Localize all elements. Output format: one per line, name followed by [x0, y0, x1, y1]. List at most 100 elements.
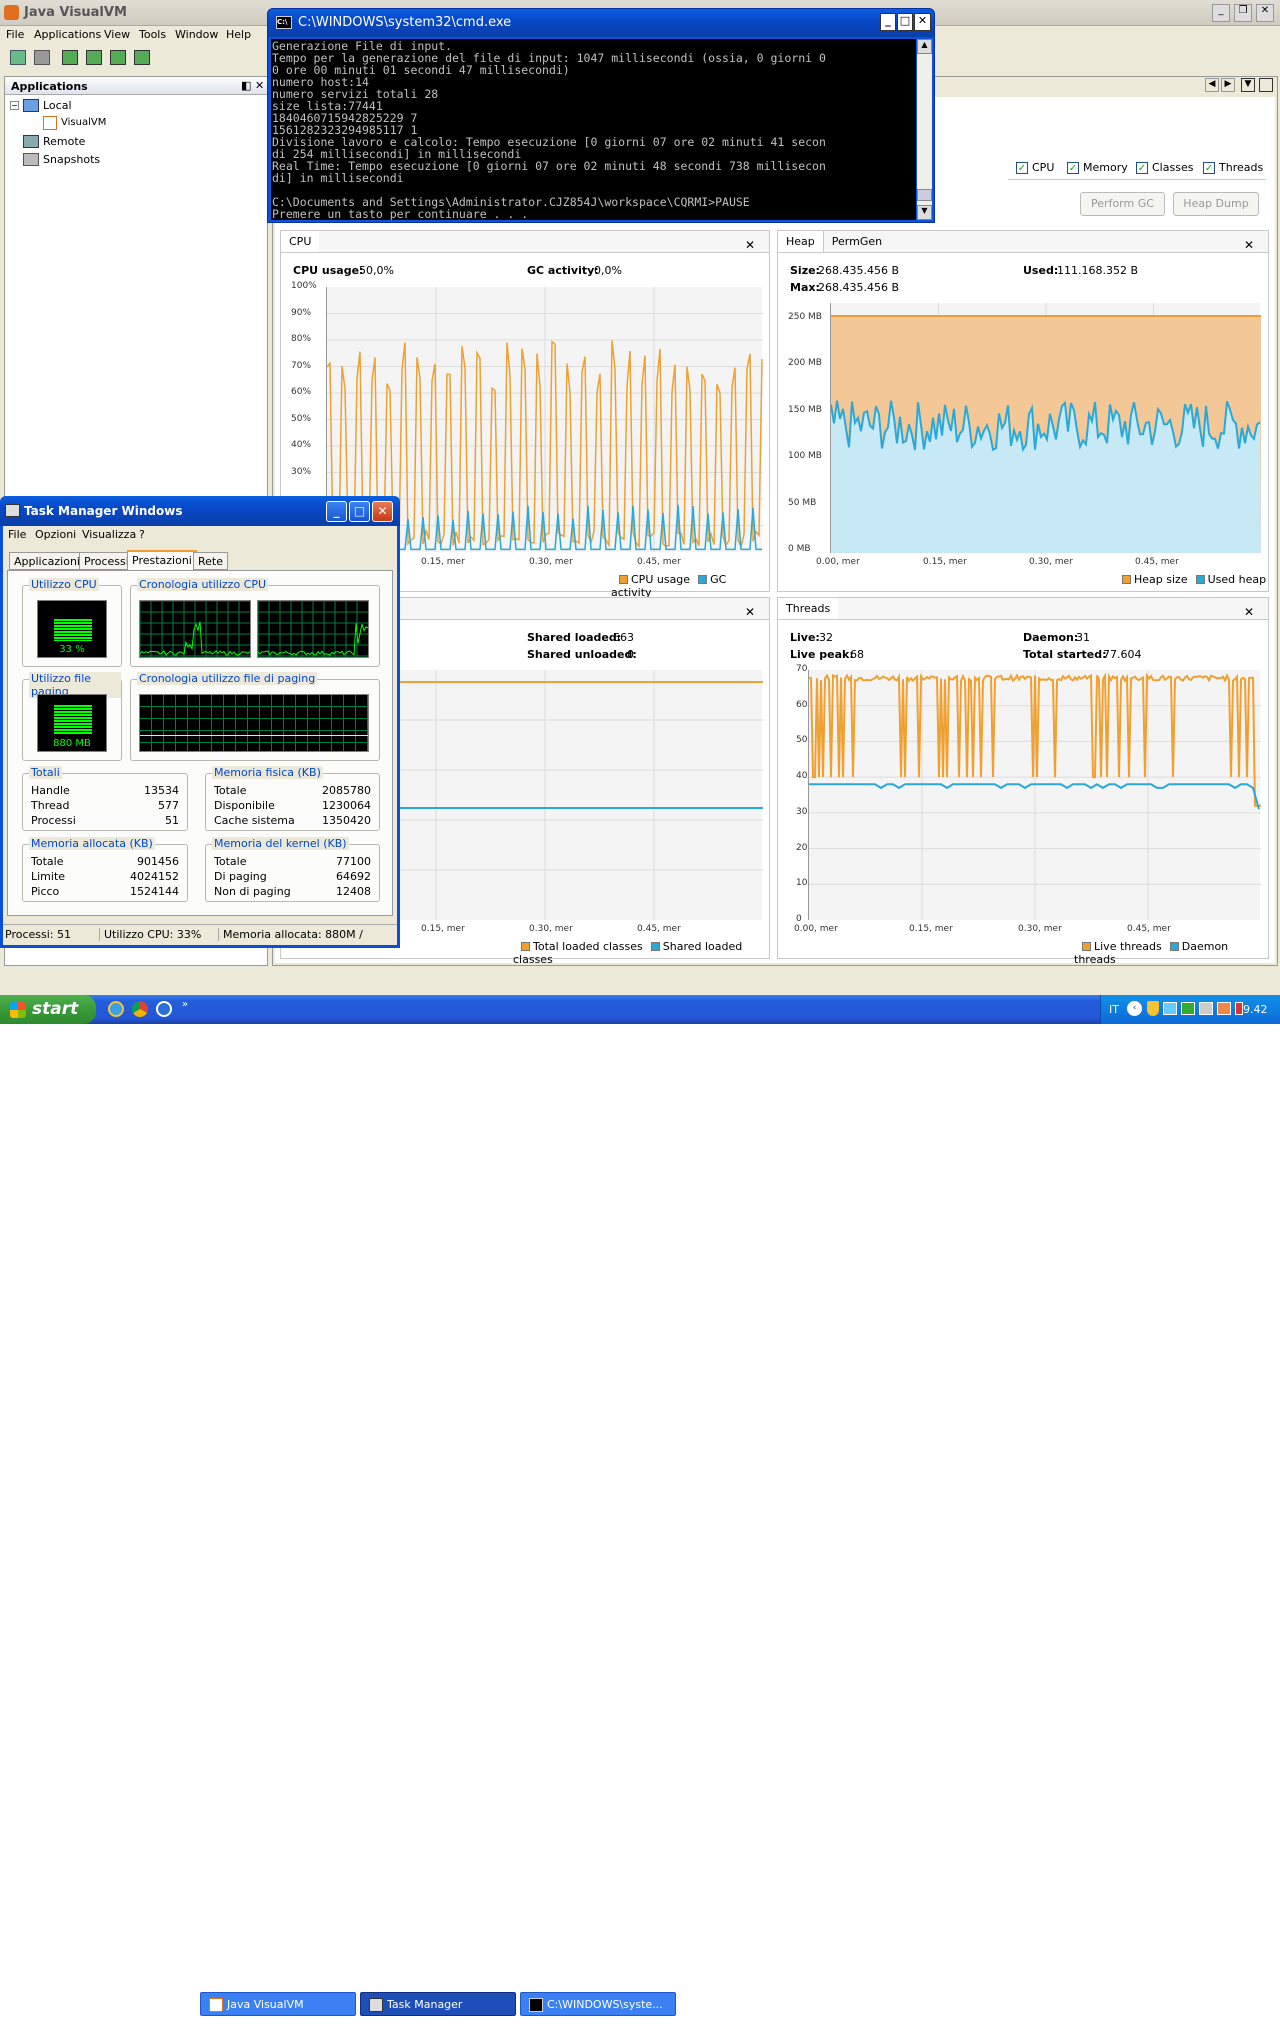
threads-checkbox[interactable]: ✓	[1203, 162, 1215, 174]
add-core-icon[interactable]	[110, 50, 126, 65]
close-icon[interactable]: ✕	[737, 234, 763, 256]
close-icon[interactable]: ✕	[1236, 234, 1262, 256]
taskmgr-close-button[interactable]: ✕	[372, 501, 393, 522]
maximize-doc-icon[interactable]	[1259, 78, 1273, 92]
tab-processi[interactable]: Processi	[79, 552, 134, 570]
tree-expand-icon[interactable]: −	[10, 101, 19, 110]
y-tick: 10	[796, 878, 808, 889]
close-panel-icon[interactable]: ✕	[255, 79, 264, 92]
cmd-minimize-button[interactable]: _	[880, 13, 896, 31]
close-button[interactable]: ✕	[1256, 4, 1274, 22]
task-java-visualvm[interactable]: Java VisualVM	[200, 1992, 356, 2016]
live-peak-label: Live peak:	[790, 648, 854, 661]
tab-permgen[interactable]: PermGen	[824, 231, 890, 252]
close-icon[interactable]: ✕	[737, 601, 763, 623]
language-indicator[interactable]: IT	[1109, 1003, 1119, 1016]
menu-window[interactable]: Window	[175, 28, 218, 41]
taskmgr-minimize-button[interactable]: _	[326, 501, 347, 522]
shield-icon[interactable]	[1147, 1001, 1159, 1016]
cmd-line: di] in millisecondi	[272, 171, 404, 185]
menu-applications[interactable]: Applications	[34, 28, 101, 41]
security-icon[interactable]	[1235, 1002, 1243, 1015]
tm-menu-opzioni[interactable]: Opzioni	[35, 528, 76, 541]
taskmgr-maximize-button[interactable]: □	[349, 501, 370, 522]
totali-box: Totali Handle 13534 Thread 577 Processi 51	[22, 766, 188, 831]
close-icon[interactable]: ✕	[1236, 601, 1262, 623]
tab-threads[interactable]: Threads	[778, 598, 839, 619]
monitor-options: ✓ CPU ✓ Memory ✓ Classes ✓ Threads	[1008, 158, 1266, 180]
minimize-button[interactable]: _	[1212, 4, 1230, 22]
firefox-icon[interactable]	[156, 1001, 172, 1017]
add-remote-icon[interactable]	[86, 50, 102, 65]
tab-list-icon[interactable]: ▼	[1241, 78, 1255, 92]
scroll-down-icon[interactable]: ▼	[917, 205, 932, 220]
y-tick: 0	[796, 914, 802, 924]
daemon-threads-line	[809, 783, 1260, 810]
scroll-up-icon[interactable]: ▲	[917, 39, 932, 54]
cmd-maximize-button[interactable]: □	[897, 13, 913, 31]
tools-icon[interactable]	[1217, 1002, 1231, 1015]
x-tick: 0.45, mer	[637, 557, 681, 567]
tree-item-visualvm[interactable]: VisualVM	[61, 117, 106, 128]
scroll-thumb[interactable]	[917, 189, 932, 201]
memory-checkbox[interactable]: ✓	[1067, 162, 1079, 174]
cpu-usage-label: CPU usage:	[293, 264, 364, 277]
tab-prestazioni[interactable]: Prestazioni	[127, 550, 197, 571]
cpu-checkbox[interactable]: ✓	[1016, 162, 1028, 174]
cmd-titlebar: C:\ C:\WINDOWS\system32\cmd.exe _ □ ✕	[268, 9, 934, 37]
tree-item-local[interactable]: Local	[43, 99, 72, 112]
status-memoria: Memoria allocata: 880M /	[218, 928, 363, 941]
x-tick: 0.15, mer	[421, 924, 465, 934]
tree-item-snapshots[interactable]: Snapshots	[43, 153, 100, 166]
stat-label: Picco	[31, 885, 60, 898]
cmd-close-button[interactable]: ✕	[914, 13, 931, 31]
add-app-icon[interactable]	[134, 50, 150, 65]
show-more-icon[interactable]: »	[182, 999, 188, 1010]
menu-tools[interactable]: Tools	[139, 28, 166, 41]
memory-checkbox-label: Memory	[1083, 161, 1128, 174]
tab-rete[interactable]: Rete	[193, 552, 228, 570]
add-host-icon[interactable]	[62, 50, 78, 65]
tray-expand-icon[interactable]: ‹	[1127, 1001, 1142, 1016]
tab-cpu[interactable]: CPU	[281, 231, 320, 252]
chrome-icon[interactable]	[132, 1001, 148, 1017]
task-label: Java VisualVM	[227, 1998, 304, 2011]
classes-checkbox[interactable]: ✓	[1136, 162, 1148, 174]
memoria-allocata-box: Memoria allocata (KB) Totale 901456 Limit…	[22, 837, 188, 902]
tab-applicazioni[interactable]: Applicazioni	[9, 552, 85, 570]
menu-help[interactable]: Help	[226, 28, 251, 41]
maximize-button[interactable]: ❐	[1234, 4, 1252, 22]
start-button[interactable]: start	[0, 995, 96, 1024]
cpu-history-graph-2	[257, 600, 369, 658]
heap-dump-button[interactable]: Heap Dump	[1173, 192, 1259, 216]
task-cmd[interactable]: C:\WINDOWS\syste...	[520, 1992, 676, 2016]
menu-file[interactable]: File	[6, 28, 24, 41]
y-tick: 60%	[291, 387, 312, 397]
task-task-manager[interactable]: Task Manager Windows	[360, 1992, 516, 2035]
tab-left-arrow[interactable]: ◀	[1205, 78, 1219, 92]
ie-icon[interactable]	[108, 1001, 124, 1017]
pc-icon[interactable]	[1199, 1002, 1213, 1015]
cmd-scrollbar[interactable]: ▲ ▼	[917, 39, 932, 220]
tm-menu-help[interactable]: ?	[139, 528, 145, 541]
y-tick: 100 MB	[788, 451, 822, 462]
add-jmx-icon[interactable]	[10, 50, 26, 65]
tm-menu-visualizza[interactable]: Visualizza	[82, 528, 136, 541]
minimize-panel-icon[interactable]: ◧	[241, 79, 251, 92]
taskmgr-titlebar: Task Manager Windows _ □ ✕	[0, 496, 400, 526]
applications-title: Applications	[11, 80, 88, 93]
tab-right-arrow[interactable]: ▶	[1221, 78, 1235, 92]
window-title: Java VisualVM	[24, 5, 127, 20]
tm-menu-file[interactable]: File	[8, 528, 26, 541]
tree-item-remote[interactable]: Remote	[43, 135, 85, 148]
tab-heap[interactable]: Heap	[778, 231, 824, 252]
cpu-checkbox-label: CPU	[1032, 161, 1055, 174]
cmd-console[interactable]: Generazione File di input. Tempo per la g…	[271, 39, 916, 220]
network-icon[interactable]	[1163, 1002, 1177, 1015]
cpu-history-box: Cronologia utilizzo CPU	[130, 578, 380, 667]
menu-view[interactable]: View	[104, 28, 130, 41]
add-snapshot-icon[interactable]	[34, 50, 50, 65]
perform-gc-button[interactable]: Perform GC	[1080, 192, 1165, 216]
stat-value: 1524144	[130, 885, 179, 898]
hardware-icon[interactable]	[1181, 1002, 1195, 1015]
